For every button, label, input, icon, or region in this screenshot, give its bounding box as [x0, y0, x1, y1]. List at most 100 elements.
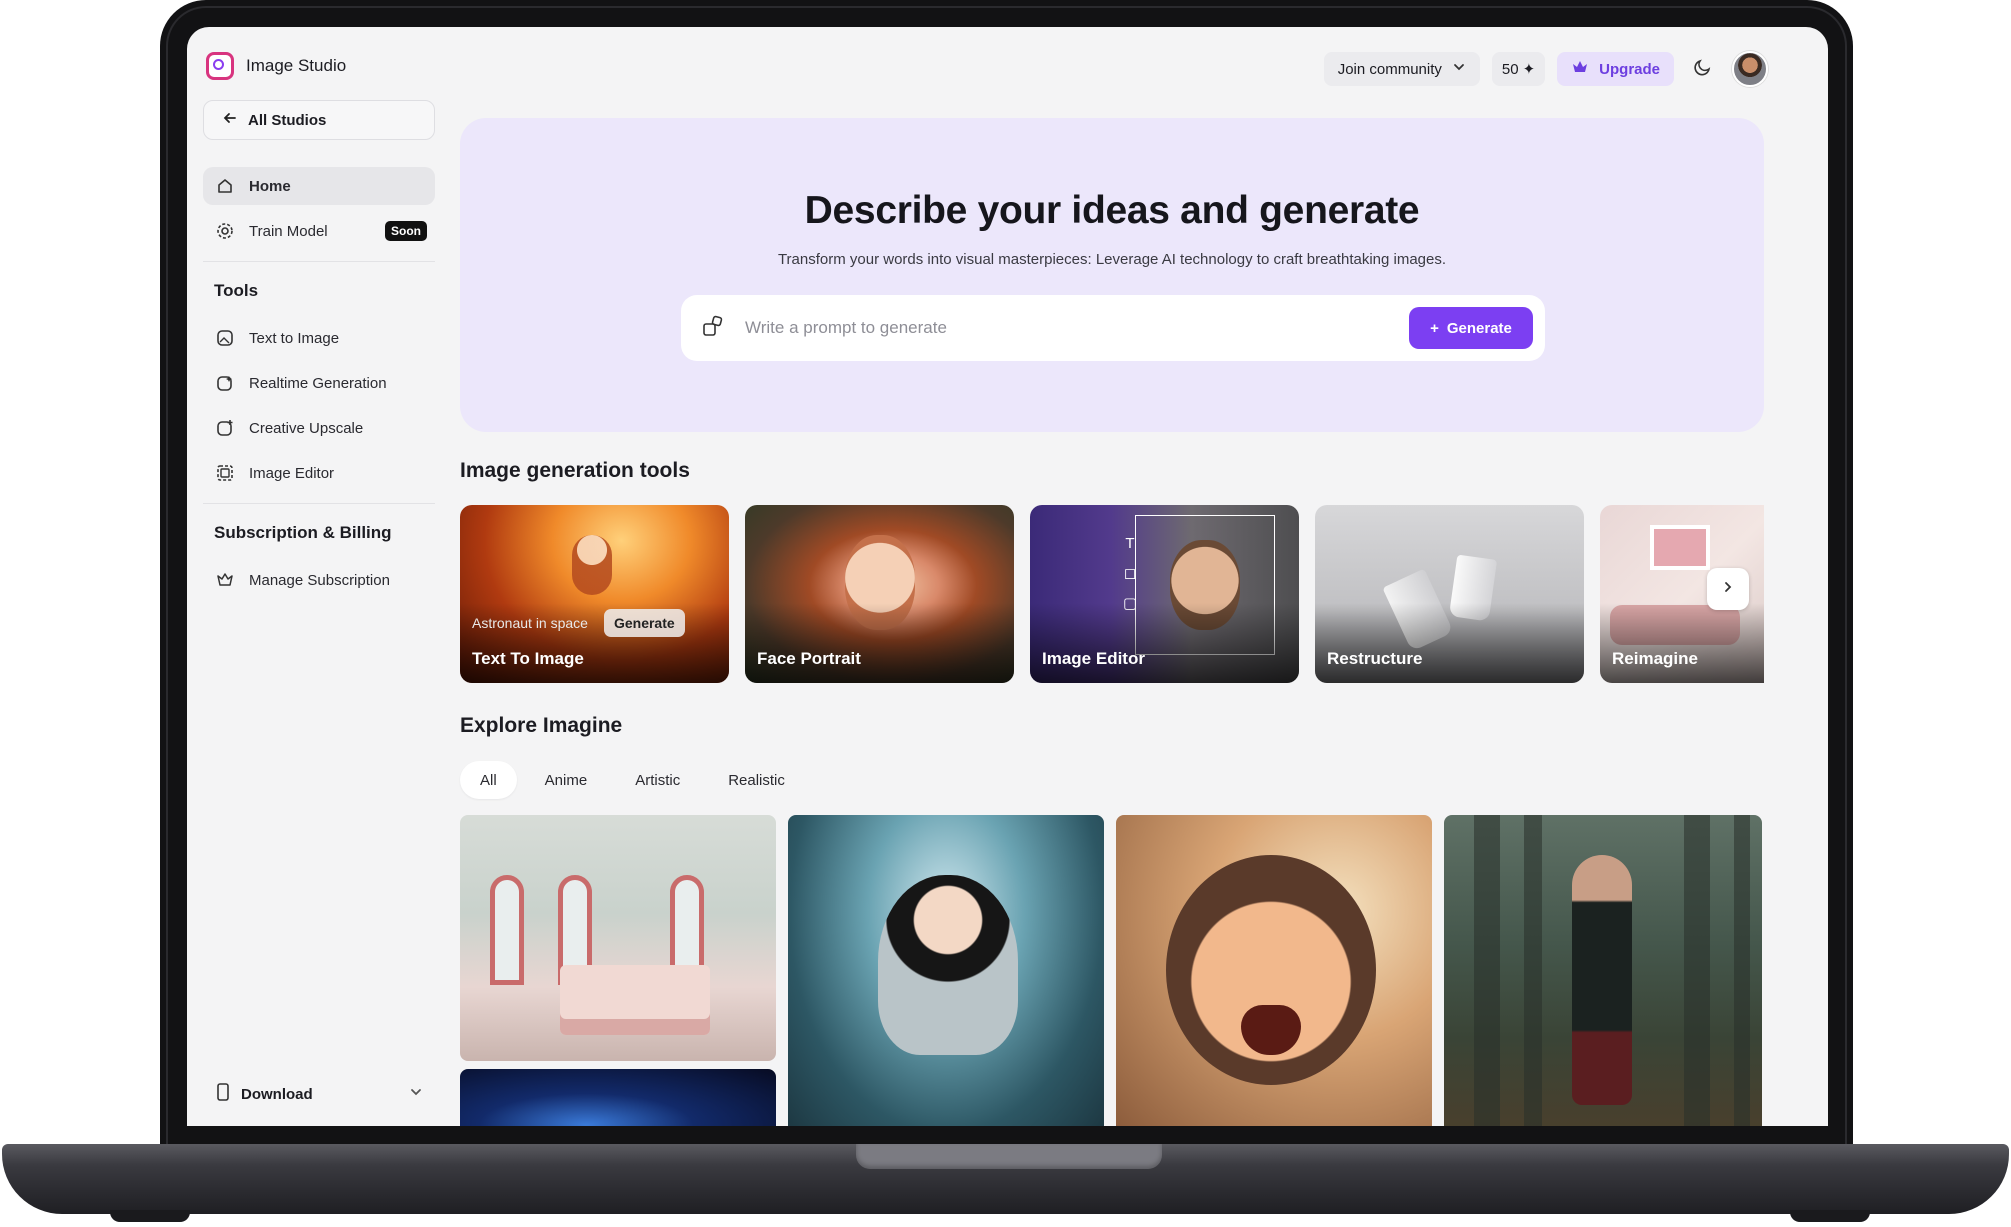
prompt-input[interactable]: [745, 318, 1385, 338]
header-actions: Join community 50 ✦ Upgrade: [1323, 51, 1768, 87]
image-studio-logo-icon: [206, 52, 234, 80]
generate-button[interactable]: + Generate: [1409, 307, 1533, 349]
upgrade-button[interactable]: Upgrade: [1557, 52, 1674, 86]
arrow-left-icon: [222, 110, 238, 130]
image-editor-icon: [215, 463, 235, 483]
brand[interactable]: Image Studio: [206, 52, 346, 80]
sidebar-item-label: Manage Subscription: [249, 571, 390, 589]
app-screen: Image Studio Join community 50 ✦ Upgrade: [187, 27, 1828, 1126]
text-image-icon: [215, 328, 235, 348]
tree-shape: [1474, 815, 1500, 1126]
all-studios-button[interactable]: All Studios: [203, 100, 435, 140]
tool-card-face-portrait[interactable]: Face Portrait: [745, 505, 1014, 683]
hero-title: Describe your ideas and generate: [804, 189, 1420, 232]
elf-figure-shape: [1572, 855, 1632, 1105]
prompt-example: Astronaut in space Generate: [472, 609, 685, 637]
home-icon: [215, 176, 235, 196]
sidebar-item-train-model[interactable]: Train Model Soon: [203, 212, 435, 250]
crown-icon: [1571, 59, 1589, 79]
tool-card-image-editor[interactable]: T ◻ ▢ Image Editor: [1030, 505, 1299, 683]
sidebar-item-image-editor[interactable]: Image Editor: [203, 454, 435, 492]
prompt-example-text: Astronaut in space: [472, 615, 588, 631]
sidebar-item-creative-upscale[interactable]: Creative Upscale: [203, 409, 435, 447]
text-tool-icon: T: [1125, 535, 1135, 552]
sidebar-item-label: Image Editor: [249, 464, 335, 482]
sidebar-item-text-to-image[interactable]: Text to Image: [203, 319, 435, 357]
chevron-down-icon: [409, 1085, 423, 1103]
tool-card-text-to-image[interactable]: Astronaut in space Generate Text To Imag…: [460, 505, 729, 683]
billing-section-title: Subscription & Billing: [214, 523, 392, 542]
tools-carousel: Astronaut in space Generate Text To Imag…: [460, 505, 1764, 683]
plus-icon: +: [1430, 319, 1439, 337]
divider: [203, 261, 435, 262]
sidebar-item-label: Realtime Generation: [249, 374, 387, 392]
upscale-icon: [215, 418, 235, 438]
gallery-image-space[interactable]: [460, 1069, 776, 1126]
sidebar-item-label: Text to Image: [249, 329, 340, 347]
gallery-image-forest-elf[interactable]: [1444, 815, 1762, 1126]
laptop-foot: [1790, 1210, 1870, 1222]
prompt-bar: + Generate: [681, 295, 1545, 361]
tool-card-restructure[interactable]: Restructure: [1315, 505, 1584, 683]
sidebar-item-label: Home: [249, 177, 291, 195]
chevron-down-icon: [1452, 60, 1466, 78]
hero-panel: Describe your ideas and generate Transfo…: [460, 118, 1764, 432]
chevron-right-icon: [1721, 580, 1735, 599]
laptop-foot: [110, 1210, 190, 1222]
sidebar-item-label: Creative Upscale: [249, 419, 364, 437]
upgrade-label: Upgrade: [1599, 60, 1660, 78]
window-shape: [490, 875, 524, 985]
sidebar-item-label: Train Model: [249, 222, 328, 240]
join-community-label: Join community: [1337, 60, 1442, 78]
all-studios-label: All Studios: [248, 111, 327, 129]
tools-section-title: Image generation tools: [460, 459, 690, 482]
divider: [203, 503, 435, 504]
phone-icon: [215, 1083, 231, 1105]
robot-girl-shape: [878, 875, 1018, 1055]
filter-chip-all[interactable]: All: [460, 761, 517, 799]
join-community-button[interactable]: Join community: [1323, 52, 1480, 86]
card-generate-button[interactable]: Generate: [603, 609, 685, 637]
hero-subtitle: Transform your words into visual masterp…: [777, 251, 1447, 268]
tool-card-label: Restructure: [1327, 649, 1423, 668]
app-name: Image Studio: [246, 56, 347, 75]
filter-chips: All Anime Artistic Realistic: [460, 761, 805, 799]
sidebar-item-manage-subscription[interactable]: Manage Subscription: [203, 561, 435, 599]
tree-shape: [1684, 815, 1710, 1126]
astronaut-image: [572, 535, 612, 595]
credits-badge[interactable]: 50 ✦: [1491, 52, 1546, 86]
soon-badge: Soon: [385, 221, 427, 241]
tool-card-label: Reimagine: [1612, 649, 1698, 668]
download-label: Download: [241, 1085, 313, 1103]
shape-tool-icon: ◻: [1123, 565, 1137, 582]
crown-icon: [215, 570, 235, 590]
tool-card-label: Face Portrait: [757, 649, 861, 668]
sparkle-icon: ✦: [1522, 61, 1536, 78]
gallery-image-bedroom[interactable]: [460, 815, 776, 1061]
filter-chip-artistic[interactable]: Artistic: [615, 761, 700, 799]
tool-card-label: Image Editor: [1042, 649, 1145, 668]
filter-chip-anime[interactable]: Anime: [525, 761, 608, 799]
tree-shape: [1524, 815, 1542, 1126]
gallery-image-crying-boy[interactable]: [1116, 815, 1432, 1126]
bed-shape: [560, 965, 710, 1035]
sidebar-item-home[interactable]: Home: [203, 167, 435, 205]
tools-section-title: Tools: [214, 281, 259, 300]
avatar[interactable]: [1732, 51, 1768, 87]
carousel-next-button[interactable]: [1707, 568, 1749, 610]
download-button[interactable]: Download: [203, 1075, 435, 1113]
credits-count: 50: [1501, 60, 1519, 78]
laptop-notch: [856, 1144, 1162, 1169]
explore-section-title: Explore Imagine: [460, 714, 623, 737]
shapes-icon: [701, 314, 725, 343]
tool-card-label: Text To Image: [472, 649, 584, 668]
gear-icon: [215, 221, 235, 241]
sidebar-item-realtime-generation[interactable]: Realtime Generation: [203, 364, 435, 402]
gallery-image-robot-girl[interactable]: [788, 815, 1104, 1126]
moon-icon: [1693, 57, 1713, 82]
filter-chip-realistic[interactable]: Realistic: [708, 761, 805, 799]
tree-shape: [1734, 815, 1750, 1126]
realtime-icon: [215, 373, 235, 393]
dark-mode-toggle[interactable]: [1686, 52, 1720, 86]
wall-picture-image: [1650, 525, 1710, 570]
